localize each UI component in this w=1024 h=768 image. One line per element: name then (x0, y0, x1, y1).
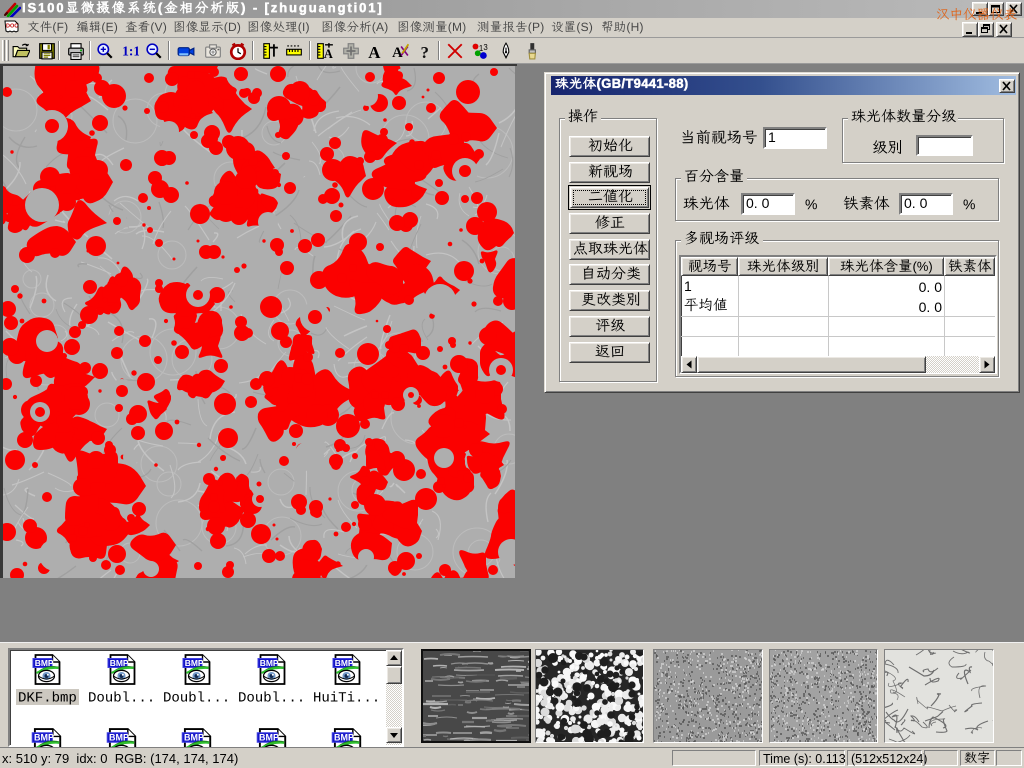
svg-text:A: A (368, 43, 381, 60)
svg-text:3: 3 (483, 43, 488, 52)
svg-text:DOC: DOC (6, 24, 18, 30)
svg-text:A: A (324, 47, 333, 60)
svg-text:?: ? (421, 43, 429, 60)
svg-text:1:1: 1:1 (122, 44, 139, 59)
